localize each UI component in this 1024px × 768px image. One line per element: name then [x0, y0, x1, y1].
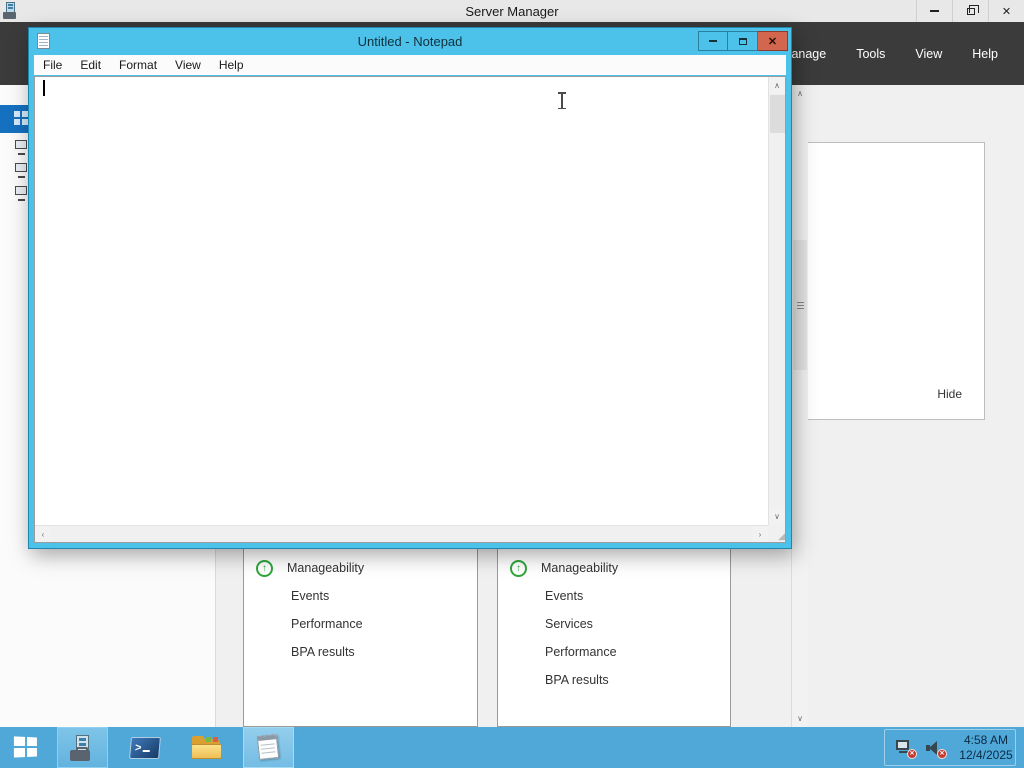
np-menu-edit[interactable]: Edit	[71, 58, 110, 72]
tile-row: Events	[244, 582, 477, 610]
text-caret	[43, 80, 45, 96]
tile-link-services[interactable]: Services	[545, 617, 593, 631]
minimize-icon	[930, 10, 939, 12]
network-status-icon[interactable]: ✕	[895, 739, 917, 759]
notepad-app-icon	[37, 33, 50, 49]
dashboard-icon	[14, 111, 29, 126]
maximize-icon	[738, 37, 747, 45]
tile-row: ↑ Manageability	[244, 554, 477, 582]
volume-muted-badge: ✕	[937, 748, 947, 759]
server-manager-app-icon	[3, 2, 20, 19]
tile-row: BPA results	[498, 666, 730, 694]
taskbar-powershell-button[interactable]: >	[119, 727, 170, 768]
start-button[interactable]	[0, 727, 53, 768]
server-manager-icon	[69, 734, 96, 761]
scroll-up-button[interactable]: ∧	[769, 77, 785, 94]
taskbar: > ✕ ✕ 4:58 AM 12/4/2025	[0, 727, 1024, 768]
np-menu-help[interactable]: Help	[210, 58, 253, 72]
notepad-icon	[256, 734, 280, 761]
np-menu-file[interactable]: File	[34, 58, 71, 72]
chevron-left-icon: ‹	[41, 529, 45, 539]
np-close-button[interactable]: ✕	[758, 31, 788, 51]
menu-tools[interactable]: Tools	[856, 47, 885, 61]
scroll-left-button[interactable]: ‹	[35, 526, 51, 542]
windows-logo-icon	[13, 736, 38, 758]
powershell-icon: >	[128, 736, 161, 759]
taskbar-server-manager-button[interactable]	[57, 727, 108, 768]
clock-date: 12/4/2025	[959, 747, 1013, 762]
chevron-up-icon: ∧	[774, 81, 780, 90]
minimize-icon	[709, 40, 717, 42]
tile-link-performance[interactable]: Performance	[545, 645, 617, 659]
sm-minimize-button[interactable]	[916, 0, 952, 22]
tile-link-bpa-results[interactable]: BPA results	[545, 673, 609, 687]
sidebar-item-local-server[interactable]	[14, 139, 29, 155]
resize-grip[interactable]: ◢	[768, 525, 785, 542]
tile-link-performance[interactable]: Performance	[291, 617, 363, 631]
roles-tile-1: ↑ Manageability Events Performance BPA r…	[243, 545, 478, 727]
status-up-arrow-icon: ↑	[256, 559, 273, 577]
np-vertical-scrollbar[interactable]: ∧ ∨	[768, 77, 785, 525]
taskbar-file-explorer-button[interactable]	[181, 727, 232, 768]
ibeam-cursor	[556, 92, 568, 109]
np-menu-view[interactable]: View	[166, 58, 210, 72]
roles-tile-2: ↑ Manageability Events Services Performa…	[497, 545, 731, 727]
scroll-right-button[interactable]: ›	[752, 526, 768, 542]
tile-row: BPA results	[244, 638, 477, 666]
close-icon: ✕	[1001, 5, 1012, 18]
tile-link-events[interactable]: Events	[545, 589, 583, 603]
chevron-down-icon: ∨	[797, 714, 803, 723]
notepad-window: Untitled - Notepad ✕ File Edit Format Vi…	[28, 27, 792, 549]
tile-row: Performance	[244, 610, 477, 638]
chevron-down-icon: ∨	[774, 512, 780, 521]
notepad-titlebar[interactable]: Untitled - Notepad ✕	[29, 28, 791, 55]
notepad-text-area[interactable]	[36, 78, 767, 524]
server-manager-titlebar[interactable]: Server Manager ✕	[0, 0, 1024, 22]
status-up-arrow-icon: ↑	[510, 559, 527, 577]
menu-view[interactable]: View	[915, 47, 942, 61]
scrollbar-thumb[interactable]	[770, 95, 785, 133]
sm-maximize-button[interactable]	[952, 0, 988, 22]
tile-link-manageability[interactable]: Manageability	[287, 561, 364, 575]
clock-time: 4:58 AM	[963, 732, 1009, 747]
notepad-title: Untitled - Notepad	[357, 34, 463, 49]
tile-row: Performance	[498, 638, 730, 666]
np-horizontal-scrollbar[interactable]: ‹ ›	[35, 525, 768, 542]
close-icon: ✕	[767, 35, 778, 48]
volume-muted-icon[interactable]: ✕	[925, 739, 947, 759]
chevron-right-icon: ›	[758, 529, 762, 539]
tile-row: ↑ Manageability	[498, 554, 730, 582]
sidebar-item-all-servers[interactable]	[14, 162, 29, 178]
file-explorer-icon	[190, 735, 223, 760]
tile-link-events[interactable]: Events	[291, 589, 329, 603]
scrollbar-thumb[interactable]	[793, 240, 807, 370]
sidebar-item-file-storage[interactable]	[14, 185, 29, 201]
sm-close-button[interactable]: ✕	[988, 0, 1024, 22]
np-menu-format[interactable]: Format	[110, 58, 166, 72]
menu-help[interactable]: Help	[972, 47, 998, 61]
network-disconnected-badge: ✕	[907, 748, 917, 759]
np-maximize-button[interactable]	[728, 31, 758, 51]
scroll-down-button[interactable]: ∨	[792, 710, 808, 727]
desktop: Server Manager ✕ Manage Tools View Help	[0, 0, 1024, 768]
taskbar-notepad-button[interactable]	[243, 727, 294, 768]
tile-link-manageability[interactable]: Manageability	[541, 561, 618, 575]
restore-icon	[966, 4, 979, 15]
chevron-up-icon: ∧	[797, 89, 803, 98]
scroll-up-button[interactable]: ∧	[792, 85, 808, 102]
server-manager-title: Server Manager	[465, 3, 559, 19]
scroll-down-button[interactable]: ∨	[769, 508, 785, 525]
notepad-client-area: ∧ ∨ ‹ › ◢	[34, 76, 786, 543]
np-minimize-button[interactable]	[698, 31, 728, 51]
hide-link[interactable]: Hide	[937, 387, 962, 401]
tile-row: Events	[498, 582, 730, 610]
tile-row: Services	[498, 610, 730, 638]
notepad-menubar: File Edit Format View Help	[34, 55, 786, 75]
system-tray: ✕ ✕ 4:58 AM 12/4/2025	[884, 729, 1016, 766]
sm-vertical-scrollbar[interactable]: ∧ ∨	[791, 85, 808, 727]
tile-link-bpa-results[interactable]: BPA results	[291, 645, 355, 659]
taskbar-clock[interactable]: 4:58 AM 12/4/2025	[957, 733, 1015, 763]
